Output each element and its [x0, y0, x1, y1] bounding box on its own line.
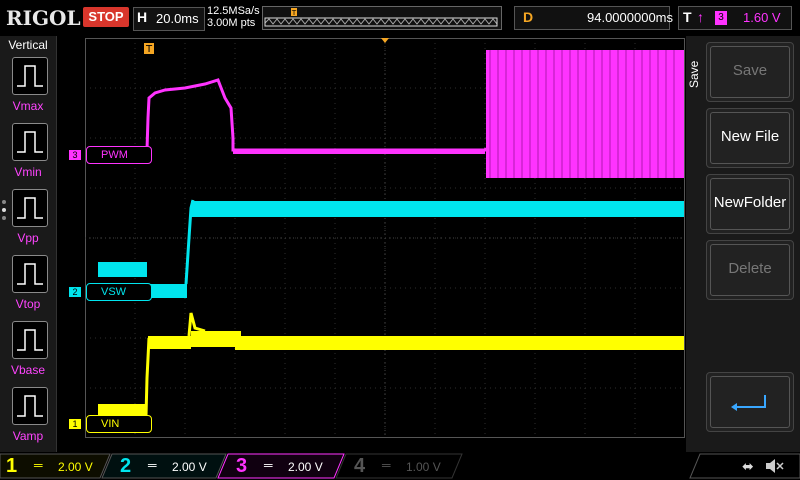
svg-text:T: T	[145, 44, 153, 55]
page-dot-active	[2, 208, 6, 212]
dc-coupling-icon: ═	[264, 458, 273, 472]
timebase-box[interactable]: H 20.0ms	[133, 7, 205, 31]
dc-coupling-icon: ═	[34, 458, 43, 472]
measure-category-title: Vertical	[8, 38, 48, 52]
trigger-channel: 3	[715, 11, 727, 25]
delay-value: 94.0000000ms	[587, 10, 674, 25]
measure-label: Vtop	[15, 297, 41, 311]
measure-vtop-button[interactable]	[12, 255, 48, 293]
brand-logo: RIGOL	[6, 6, 81, 30]
memory-depth: 3.00M pts	[207, 17, 256, 29]
acquisition-info: 12.5MSa/s 3.00M pts	[207, 5, 260, 29]
speaker-mute-icon[interactable]	[764, 458, 784, 474]
measure-label: Vmin	[14, 165, 42, 179]
pulse-waveform-icon	[17, 131, 43, 153]
timebase-label: H	[137, 9, 148, 25]
measure-vbase-button[interactable]	[12, 321, 48, 359]
sample-rate: 12.5MSa/s	[207, 5, 260, 17]
ch3-offset-marker[interactable]: 3	[69, 150, 81, 160]
enter-arrow-icon	[731, 395, 766, 411]
pulse-waveform-icon	[17, 329, 43, 351]
new-file-button[interactable]: New File	[706, 108, 794, 168]
save-button[interactable]: Save	[706, 42, 794, 102]
pulse-waveform-icon	[17, 65, 43, 87]
rising-edge-icon: ↑	[697, 9, 704, 25]
enter-button[interactable]	[706, 372, 794, 432]
ch4-tab[interactable]: 4 ═ 1.00 V	[354, 455, 450, 478]
page-dot	[2, 200, 6, 204]
trigger-level: 1.60 V	[743, 10, 781, 25]
top-status-bar: RIGOL STOP H 20.0ms 12.5MSa/s 3.00M pts …	[0, 0, 800, 36]
trigger-position-marker[interactable]: T	[144, 43, 154, 55]
memory-waveform-icon: T	[264, 8, 498, 27]
usb-icon: ⬌	[742, 458, 754, 474]
menu-title: Save	[687, 60, 701, 88]
trigger-box[interactable]: T ↑ 3 1.60 V	[678, 6, 792, 30]
ch2-offset-marker[interactable]: 2	[69, 287, 81, 297]
page-dot	[2, 216, 6, 220]
ch2-tab[interactable]: 2 ═ 2.00 V	[120, 455, 216, 478]
run-stop-indicator[interactable]: STOP	[83, 7, 129, 27]
dc-coupling-icon: ═	[148, 458, 157, 472]
timebase-value: 20.0ms	[156, 11, 199, 26]
ch3-label: PWM	[86, 146, 152, 164]
pulse-waveform-icon	[17, 263, 43, 285]
svg-text:Save: Save	[687, 60, 701, 88]
delay-box[interactable]: D 94.0000000ms	[514, 6, 674, 30]
delay-label: D	[523, 9, 534, 25]
memory-overview-strip[interactable]: T	[262, 6, 502, 30]
ch3-tab[interactable]: 3 ═ 2.00 V	[236, 455, 332, 478]
pulse-waveform-icon	[17, 197, 43, 219]
waveform-display[interactable]: T	[85, 38, 685, 438]
measure-vmax-button[interactable]	[12, 57, 48, 95]
measure-label: Vpp	[17, 231, 39, 245]
measure-label: Vbase	[10, 363, 46, 377]
trigger-label: T	[683, 9, 692, 25]
measure-label: Vamp	[12, 429, 44, 443]
channel-status-bar: 1 ═ 2.00 V 2 ═ 2.00 V 3 ═ 2.00 V 4 ═ 1.0…	[0, 452, 800, 480]
measure-vpp-button[interactable]	[12, 189, 48, 227]
delete-button[interactable]: Delete	[706, 240, 794, 300]
ch1-offset-marker[interactable]: 1	[69, 419, 81, 429]
svg-text:T: T	[291, 9, 297, 17]
ch1-tab[interactable]: 1 ═ 2.00 V	[6, 455, 102, 478]
dc-coupling-icon: ═	[382, 458, 391, 472]
pulse-waveform-icon	[17, 395, 43, 417]
measure-vmin-button[interactable]	[12, 123, 48, 161]
measure-label: Vmax	[12, 99, 44, 113]
ch1-label: VIN	[86, 415, 152, 433]
new-folder-button[interactable]: NewFolder	[706, 174, 794, 234]
ch2-label: VSW	[86, 283, 152, 301]
measure-vamp-button[interactable]	[12, 387, 48, 425]
